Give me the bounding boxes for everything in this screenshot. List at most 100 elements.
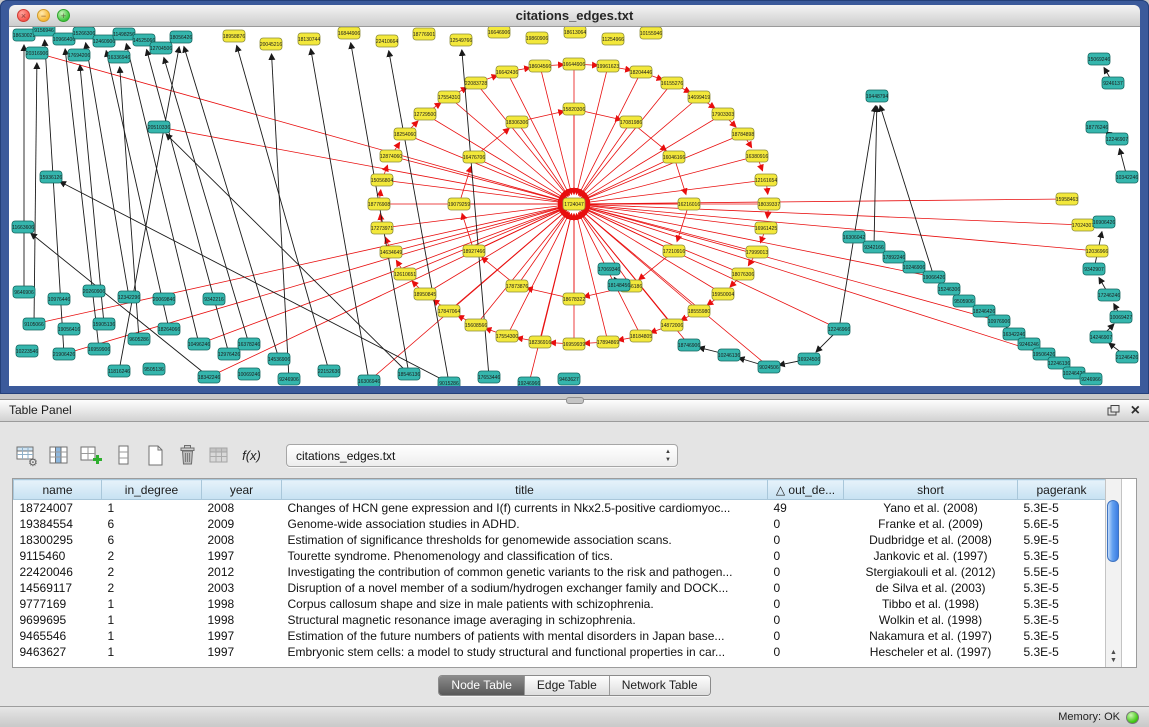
table-cell[interactable]: 0	[768, 516, 844, 532]
graph-edge[interactable]	[540, 66, 572, 194]
table-cell[interactable]: 9465546	[14, 628, 102, 644]
table-cell[interactable]: 0	[768, 580, 844, 596]
table-cell[interactable]: 1	[102, 596, 202, 612]
graph-edge[interactable]	[369, 211, 566, 381]
graph-edge[interactable]	[425, 114, 565, 199]
table-cell[interactable]: 22420046	[14, 564, 102, 580]
table-cell[interactable]: 5.3E-5	[1018, 612, 1106, 628]
graph-edge[interactable]	[583, 208, 839, 329]
table-cell[interactable]: 5.3E-5	[1018, 596, 1106, 612]
table-settings-button[interactable]: ⚙	[14, 442, 41, 469]
table-cell[interactable]: 19384554	[14, 516, 102, 532]
window-titlebar[interactable]: × − + citations_edges.txt	[9, 5, 1140, 27]
table-cell[interactable]: Disruption of a novel member of a sodium…	[282, 580, 768, 596]
graph-edge[interactable]	[576, 214, 608, 342]
column-header[interactable]: year	[202, 480, 282, 500]
table-cell[interactable]: 2009	[202, 516, 282, 532]
scrollbar-arrows-icon[interactable]: ▲▼	[1106, 649, 1121, 665]
import-table-button[interactable]	[206, 442, 233, 469]
table-cell[interactable]: 49	[768, 500, 844, 517]
graph-edge[interactable]	[237, 46, 329, 371]
table-cell[interactable]: 0	[768, 564, 844, 580]
table-cell[interactable]: 0	[768, 612, 844, 628]
table-cell[interactable]: 1997	[202, 628, 282, 644]
table-cell[interactable]: 9699695	[14, 612, 102, 628]
graph-edge[interactable]	[60, 182, 449, 383]
graph-edge[interactable]	[582, 97, 699, 197]
table-cell[interactable]: 5.5E-5	[1018, 564, 1106, 580]
table-row[interactable]: 1456911722003Disruption of a novel membe…	[14, 580, 1106, 596]
vertical-scrollbar[interactable]: ▲▼	[1105, 479, 1122, 667]
table-cell[interactable]: 1997	[202, 548, 282, 564]
table-cell[interactable]: Investigating the contribution of common…	[282, 564, 768, 580]
table-cell[interactable]: 18300295	[14, 532, 102, 548]
table-cell[interactable]: Changes of HCN gene expression and I(f) …	[282, 500, 768, 517]
column-header[interactable]: title	[282, 480, 768, 500]
table-cell[interactable]: 2	[102, 564, 202, 580]
graph-edge[interactable]	[37, 53, 564, 201]
network-view[interactable]: 1724047180393371696142517999013180763061…	[9, 27, 1140, 386]
show-columns-button[interactable]	[46, 442, 73, 469]
table-cell[interactable]: Yano et al. (2008)	[844, 500, 1018, 517]
table-cell[interactable]: 1997	[202, 644, 282, 660]
table-cell[interactable]: 2003	[202, 580, 282, 596]
table-cell[interactable]: 1	[102, 628, 202, 644]
table-cell[interactable]: 1	[102, 612, 202, 628]
table-row[interactable]: 969969511998Structural magnetic resonanc…	[14, 612, 1106, 628]
table-cell[interactable]: 2	[102, 548, 202, 564]
tab-network-table[interactable]: Network Table	[610, 676, 710, 695]
delete-button[interactable]	[174, 442, 201, 469]
graph-edge[interactable]	[583, 114, 723, 199]
network-canvas[interactable]: 1724047180393371696142517999013180763061…	[9, 27, 1140, 386]
table-cell[interactable]: 18724007	[14, 500, 102, 517]
minimize-window-button[interactable]: −	[37, 9, 50, 22]
table-row[interactable]: 2242004622012Investigating the contribut…	[14, 564, 1106, 580]
panel-resize-handle[interactable]	[566, 397, 584, 404]
close-panel-icon[interactable]: ×	[1131, 403, 1140, 419]
table-cell[interactable]: 5.9E-5	[1018, 532, 1106, 548]
table-cell[interactable]: Jankovic et al. (1997)	[844, 548, 1018, 564]
table-cell[interactable]: 0	[768, 548, 844, 564]
table-cell[interactable]: 6	[102, 532, 202, 548]
table-cell[interactable]: 0	[768, 596, 844, 612]
table-cell[interactable]: Estimation of the future numbers of pati…	[282, 628, 768, 644]
table-cell[interactable]: 1	[102, 644, 202, 660]
graph-edge[interactable]	[106, 51, 169, 329]
function-builder-button[interactable]: f(x)	[238, 442, 265, 469]
table-cell[interactable]: Corpus callosum shape and size in male p…	[282, 596, 768, 612]
table-row[interactable]: 946362711997Embryonic stem cells: a mode…	[14, 644, 1106, 660]
zoom-window-button[interactable]: +	[57, 9, 70, 22]
column-header[interactable]: △ out_de...	[768, 480, 844, 500]
tab-edge-table[interactable]: Edge Table	[525, 676, 610, 695]
table-cell[interactable]: Hescheler et al. (1997)	[844, 644, 1018, 660]
table-cell[interactable]: 2	[102, 580, 202, 596]
table-cell[interactable]: Nakamura et al. (1997)	[844, 628, 1018, 644]
table-source-dropdown[interactable]: citations_edges.txt ▲▼	[286, 444, 678, 467]
table-cell[interactable]: Structural magnetic resonance image aver…	[282, 612, 768, 628]
scrollbar-thumb[interactable]	[1107, 500, 1119, 562]
table-row[interactable]: 1872400712008Changes of HCN gene express…	[14, 500, 1106, 517]
table-cell[interactable]: 14569117	[14, 580, 102, 596]
graph-edge[interactable]	[839, 106, 875, 329]
graph-edge[interactable]	[272, 54, 289, 379]
table-row[interactable]: 946554611997Estimation of the future num…	[14, 628, 1106, 644]
graph-edge[interactable]	[405, 208, 565, 274]
table-cell[interactable]: 0	[768, 532, 844, 548]
table-cell[interactable]: 1998	[202, 596, 282, 612]
table-row[interactable]: 1938455462009Genome-wide association stu…	[14, 516, 1106, 532]
table-cell[interactable]: 5.3E-5	[1018, 644, 1106, 660]
table-cell[interactable]: 5.3E-5	[1018, 500, 1106, 517]
table-cell[interactable]: 1998	[202, 612, 282, 628]
table-cell[interactable]: 2008	[202, 500, 282, 517]
graph-edge[interactable]	[86, 43, 129, 297]
table-row[interactable]: 911546021997Tourette syndrome. Phenomeno…	[14, 548, 1106, 564]
table-cell[interactable]: 1	[102, 500, 202, 517]
table-cell[interactable]: 5.3E-5	[1018, 580, 1106, 596]
column-header[interactable]: pagerank	[1018, 480, 1106, 500]
table-cell[interactable]: 5.3E-5	[1018, 548, 1106, 564]
column-header[interactable]: short	[844, 480, 1018, 500]
table-cell[interactable]: 5.6E-5	[1018, 516, 1106, 532]
graph-edge[interactable]	[584, 199, 1067, 204]
table-cell[interactable]: Tibbo et al. (1998)	[844, 596, 1018, 612]
table-cell[interactable]: Stergiakouli et al. (2012)	[844, 564, 1018, 580]
